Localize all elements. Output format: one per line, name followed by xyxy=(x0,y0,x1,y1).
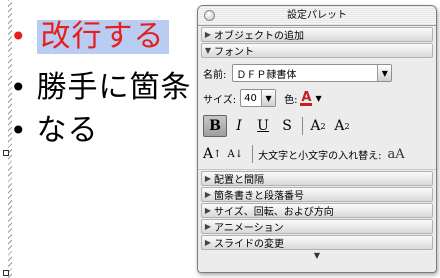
font-color-swatch xyxy=(300,102,313,106)
subscript-button[interactable]: A2 xyxy=(330,115,354,137)
bullet-dot: • xyxy=(10,71,27,104)
grow-font-button[interactable]: A ↑ xyxy=(203,146,222,162)
divider xyxy=(252,145,254,163)
superscript-mark: 2 xyxy=(320,121,326,131)
font-panel: 名前: ＤＦＰ隷書体 ▼ サイズ: 40 ▼ 色: A ▼ B I U S A … xyxy=(198,59,436,170)
bullet-text[interactable]: なる xyxy=(37,116,99,146)
popup-arrow-icon: ▼ xyxy=(261,90,276,106)
disclosure-collapsed-icon: ▶ xyxy=(204,238,212,247)
disclosure-collapsed-icon: ▶ xyxy=(204,30,212,39)
palette-titlebar[interactable]: 設定パレット xyxy=(198,6,436,26)
bullet-line[interactable]: • 改行する xyxy=(10,20,169,54)
section-label: スライドの変更 xyxy=(214,239,284,250)
disclosure-collapsed-icon: ▶ xyxy=(204,222,212,231)
disclosure-expanded-icon: ▼ xyxy=(204,46,212,55)
subscript-letter: A xyxy=(334,118,345,134)
popup-arrow-icon: ▼ xyxy=(377,65,392,81)
bullet-dot: • xyxy=(10,20,27,53)
section-label: フォント xyxy=(214,47,254,58)
section-label: 箇条書きと段落番号 xyxy=(214,191,304,202)
section-label: オブジェクトの追加 xyxy=(214,31,304,42)
bullet-line[interactable]: • なる xyxy=(10,116,99,146)
section-label: 配置と間隔 xyxy=(214,175,264,186)
section-add-objects[interactable]: ▶ オブジェクトの追加 xyxy=(201,27,433,42)
section-animation[interactable]: ▶ アニメーション xyxy=(201,219,433,234)
bullet-line[interactable]: • 勝手に箇条 xyxy=(10,73,192,103)
shrink-font-icon: A xyxy=(227,148,235,160)
disclosure-collapsed-icon: ▶ xyxy=(204,174,212,183)
grow-font-icon: A xyxy=(203,146,214,162)
section-bullets-numbering[interactable]: ▶ 箇条書きと段落番号 xyxy=(201,187,433,202)
font-color-dropdown-icon[interactable]: ▼ xyxy=(315,94,321,103)
font-name-value: ＤＦＰ隷書体 xyxy=(236,69,297,81)
italic-button[interactable]: I xyxy=(227,115,251,137)
resize-handle-left[interactable] xyxy=(3,150,9,156)
shrink-font-button[interactable]: A ↓ xyxy=(228,149,244,160)
font-name-label: 名前: xyxy=(203,69,227,81)
font-color-label: 色: xyxy=(284,94,298,106)
font-size-label: サイズ: xyxy=(203,94,237,106)
disclosure-collapsed-icon: ▶ xyxy=(204,206,212,215)
palette-title: 設定パレット xyxy=(287,10,347,21)
disclosure-collapsed-icon: ▶ xyxy=(204,190,212,199)
font-size-popup[interactable]: 40 ▼ xyxy=(240,89,277,107)
divider xyxy=(302,117,303,135)
section-label: アニメーション xyxy=(214,223,284,234)
formatting-palette: 設定パレット ▶ オブジェクトの追加 ▼ フォント 名前: ＤＦＰ隷書体 ▼ サ… xyxy=(197,5,437,273)
font-size-value: 40 xyxy=(244,92,257,104)
section-label: サイズ、回転、および方向 xyxy=(214,207,334,218)
subscript-mark: 2 xyxy=(344,121,350,131)
font-name-popup[interactable]: ＤＦＰ隷書体 ▼ xyxy=(232,64,393,82)
scroll-down-icon[interactable]: ▼ xyxy=(198,251,436,260)
strikethrough-icon: S xyxy=(282,118,292,134)
section-slide-transition[interactable]: ▶ スライドの変更 xyxy=(201,235,433,250)
bold-button[interactable]: B xyxy=(203,115,227,137)
underline-button[interactable]: U xyxy=(251,115,275,137)
bullet-text[interactable]: 勝手に箇条 xyxy=(37,73,192,103)
section-alignment-spacing[interactable]: ▶ 配置と間隔 xyxy=(201,171,433,186)
strikethrough-button[interactable]: S xyxy=(275,115,299,137)
superscript-letter: A xyxy=(310,118,321,134)
font-color-button[interactable]: A xyxy=(300,91,313,106)
superscript-button[interactable]: A2 xyxy=(306,115,330,137)
selected-bullet-text[interactable]: 改行する xyxy=(36,20,169,54)
section-font[interactable]: ▼ フォント xyxy=(201,43,433,58)
close-button[interactable] xyxy=(204,10,215,21)
change-case-label: 大文字と小文字の入れ替え: xyxy=(258,150,382,162)
change-case-button[interactable]: aA xyxy=(388,147,405,162)
bullet-dot: • xyxy=(10,114,27,147)
resize-handle-bottom-left[interactable] xyxy=(3,270,9,276)
section-size-rotation[interactable]: ▶ サイズ、回転、および方向 xyxy=(201,203,433,218)
